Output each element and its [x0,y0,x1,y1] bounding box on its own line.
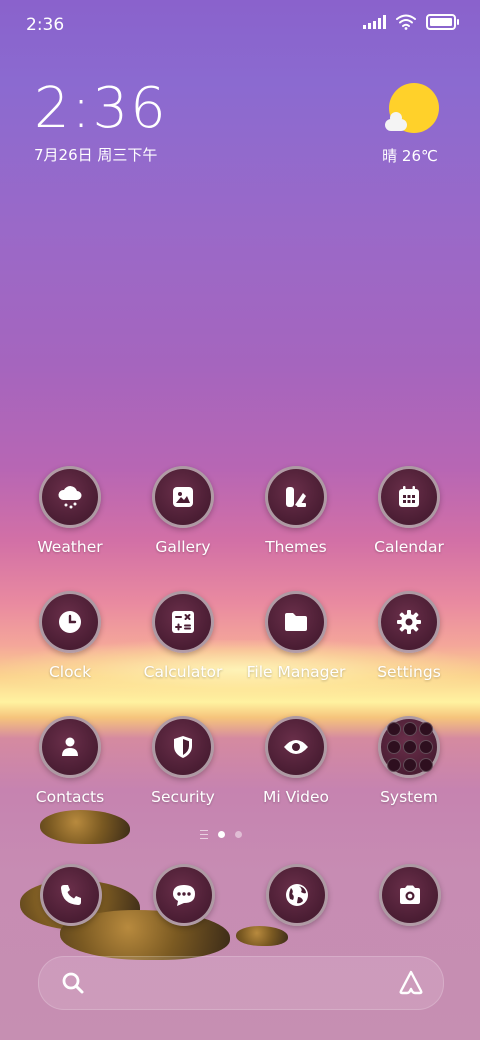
contacts-icon [39,716,101,778]
wifi-icon [396,14,416,30]
browser-icon [266,864,328,926]
battery-icon [426,14,459,30]
feed-page-icon[interactable] [200,830,208,839]
app-calendar[interactable]: Calendar [354,466,464,556]
widget-date: 7月26日 周三下午 [34,146,158,164]
app-themes[interactable]: Themes [241,466,351,556]
camera-icon [379,864,441,926]
mini-app-icon [403,722,417,736]
assistant-icon[interactable] [397,969,425,997]
mini-app-icon [387,722,401,736]
eye-icon [265,716,327,778]
mini-app-icon [419,722,433,736]
weather-icon [39,466,101,528]
app-label: Clock [48,663,92,681]
app-calculator[interactable]: Calculator [128,591,238,681]
dock-browser[interactable] [266,864,328,926]
app-label: Settings [377,663,441,681]
app-label: System [380,788,438,806]
status-time: 2:36 [26,15,65,35]
app-mi-video[interactable]: Mi Video [241,716,351,806]
search-bar[interactable] [38,956,444,1010]
shield-icon [152,716,214,778]
app-label: Calendar [374,538,444,556]
mini-app-icon [419,740,433,754]
dock-messages[interactable] [153,864,215,926]
dock-camera[interactable] [379,864,441,926]
mini-app-icon [387,758,401,772]
status-bar: 2:36 [0,0,480,50]
search-icon[interactable] [61,971,85,995]
app-clock[interactable]: Clock [15,591,125,681]
app-label: Contacts [35,788,105,806]
gallery-icon [152,466,214,528]
mini-app-icon [403,740,417,754]
phone-icon [40,864,102,926]
app-label: File Manager [246,663,346,681]
signal-icon [363,15,386,29]
app-label: Mi Video [262,788,330,806]
mini-app-icon [403,758,417,772]
clock-widget[interactable]: 2:36 7月26日 周三下午 [34,78,168,165]
calendar-icon [378,466,440,528]
mini-app-icon [419,758,433,772]
app-contacts[interactable]: Contacts [15,716,125,806]
app-security[interactable]: Security [128,716,238,806]
dock-phone[interactable] [40,864,102,926]
folder-system[interactable]: System [354,716,464,806]
app-settings[interactable]: Settings [354,591,464,681]
page-indicator[interactable] [200,830,242,839]
folder-grid-icon [378,716,440,778]
app-label: Themes [265,538,327,556]
wallpaper-rock [236,926,288,946]
page-dot-active[interactable] [218,831,225,838]
message-icon [153,864,215,926]
app-gallery[interactable]: Gallery [128,466,238,556]
mini-app-icon [387,740,401,754]
page-dot[interactable] [235,831,242,838]
app-label: Weather [37,538,103,556]
app-file-manager[interactable]: File Manager [241,591,351,681]
folder-icon [265,591,327,653]
weather-widget[interactable]: 晴 26℃ [382,83,444,166]
gear-icon [378,591,440,653]
themes-icon [265,466,327,528]
weather-condition-temp: 晴 26℃ [382,147,438,165]
app-label: Calculator [143,663,223,681]
wallpaper-rock [40,810,130,844]
app-weather[interactable]: Weather [15,466,125,556]
calculator-icon [152,591,214,653]
widget-time: 2:36 [34,76,168,141]
app-label: Gallery [155,538,211,556]
sunny-cloud-icon [385,83,439,133]
app-label: Security [151,788,215,806]
clock-icon [39,591,101,653]
